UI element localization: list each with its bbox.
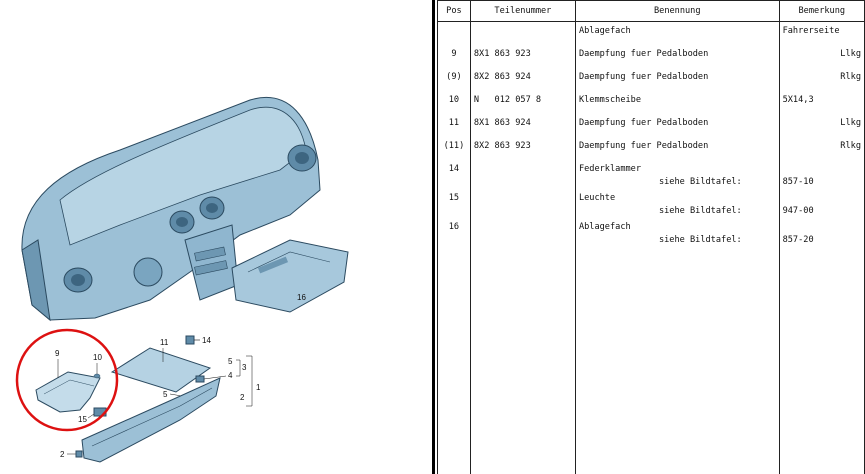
cell-description: Ablagefach siehe Bildtafel:: [574, 218, 780, 247]
header-part-number: Teilenummer: [469, 0, 576, 22]
cell-remark: Llkg: [778, 45, 865, 68]
parts-table: Pos Teilenummer Benennung Bemerkung Abla…: [437, 0, 865, 474]
cell-pos: 10: [437, 91, 471, 114]
see-reference: siehe Bildtafel:: [658, 177, 742, 187]
storage-shelf: [110, 347, 212, 393]
cell-remark: 5X14,3: [778, 91, 865, 114]
callout-14: 14: [202, 336, 211, 345]
table-row: 10 N 012 057 8 Klemmscheibe 5X14,3: [437, 91, 865, 114]
pedal-floor-damping-mat: [35, 371, 101, 413]
remark-text: 857-20: [782, 235, 814, 245]
table-row: (9) 8X2 863 924 Daempfung fuer Pedalbode…: [437, 68, 865, 91]
description-text: Leuchte: [578, 193, 616, 203]
cell-remark: Rlkg: [778, 137, 865, 160]
cell-description: Ablagefach: [574, 21, 780, 45]
cell-pos: 11: [437, 114, 471, 137]
callout-5a: 5: [228, 357, 233, 366]
cell-remark: 857-10: [778, 160, 865, 189]
cell-remark: 857-20: [778, 218, 865, 247]
callout-4: 4: [228, 371, 233, 380]
callout-15: 15: [78, 415, 87, 424]
callout-2b: 2: [60, 450, 65, 459]
cell-remark: Llkg: [778, 114, 865, 137]
table-row: 15 Leuchte siehe Bildtafel: 947-00: [437, 189, 865, 218]
cell-description: Daempfung fuer Pedalboden: [574, 45, 780, 68]
lower-trim-panel: [81, 377, 221, 463]
header-description: Benennung: [574, 0, 780, 22]
table-row: (11) 8X2 863 923 Daempfung fuer Pedalbod…: [437, 137, 865, 160]
remark-text: 947-00: [782, 206, 814, 216]
cell-description: Daempfung fuer Pedalboden: [574, 68, 780, 91]
cell-description: Leuchte siehe Bildtafel:: [574, 189, 780, 218]
callout-9: 9: [55, 349, 60, 358]
cell-pos: 16: [437, 218, 471, 247]
cell-part-number: [469, 189, 576, 218]
cell-part-number: 8X1 863 923: [469, 45, 576, 68]
callout-16: 16: [297, 293, 306, 302]
table-header-row: Pos Teilenummer Benennung Bemerkung: [437, 0, 865, 22]
cell-pos: 14: [437, 160, 471, 189]
table-filler-row: [437, 247, 865, 474]
cell-part-number: 8X1 863 924: [469, 114, 576, 137]
callout-2: 2: [240, 393, 245, 402]
cell-pos: (11): [437, 137, 471, 160]
cell-remark: Fahrerseite: [778, 21, 865, 45]
cell-part-number: [469, 21, 576, 45]
cell-part-number: [469, 160, 576, 189]
callout-5b: 5: [163, 390, 168, 399]
cell-remark: 947-00: [778, 189, 865, 218]
description-text: Ablagefach: [578, 222, 631, 232]
parts-illustration: 16 14 11 5 3 4 1 2 5 2 9 10 15: [0, 0, 430, 474]
table-row: 14 Federklammer siehe Bildtafel: 857-10: [437, 160, 865, 189]
header-pos: Pos: [437, 0, 471, 22]
cell-description: Daempfung fuer Pedalboden: [574, 114, 780, 137]
remark-text: 857-10: [782, 177, 814, 187]
dashboard-exploded-view: 16 14 11 5 3 4 1 2 5 2 9 10 15: [15, 97, 349, 463]
table-row: 11 8X1 863 924 Daempfung fuer Pedalboden…: [437, 114, 865, 137]
cell-part-number: [469, 218, 576, 247]
callout-10: 10: [93, 353, 102, 362]
callout-11: 11: [160, 338, 169, 347]
cell-description: Federklammer siehe Bildtafel:: [574, 160, 780, 189]
cell-pos: [437, 21, 471, 45]
cell-description: Daempfung fuer Pedalboden: [574, 137, 780, 160]
see-reference: siehe Bildtafel:: [658, 235, 742, 245]
glove-box: [231, 239, 349, 313]
callout-3: 3: [242, 363, 247, 372]
panel-divider: [432, 0, 435, 474]
header-remark: Bemerkung: [778, 0, 865, 22]
table-row: 16 Ablagefach siehe Bildtafel: 857-20: [437, 218, 865, 247]
table-row: 9 8X1 863 923 Daempfung fuer Pedalboden …: [437, 45, 865, 68]
cell-pos: 9: [437, 45, 471, 68]
table-row: Ablagefach Fahrerseite: [437, 21, 865, 45]
cell-pos: 15: [437, 189, 471, 218]
see-reference: siehe Bildtafel:: [658, 206, 742, 216]
cell-part-number: N 012 057 8: [469, 91, 576, 114]
cell-pos: (9): [437, 68, 471, 91]
cell-remark: Rlkg: [778, 68, 865, 91]
cell-description: Klemmscheibe: [574, 91, 780, 114]
callout-1: 1: [256, 383, 261, 392]
description-text: Federklammer: [578, 164, 642, 174]
cell-part-number: 8X2 863 923: [469, 137, 576, 160]
cell-part-number: 8X2 863 924: [469, 68, 576, 91]
